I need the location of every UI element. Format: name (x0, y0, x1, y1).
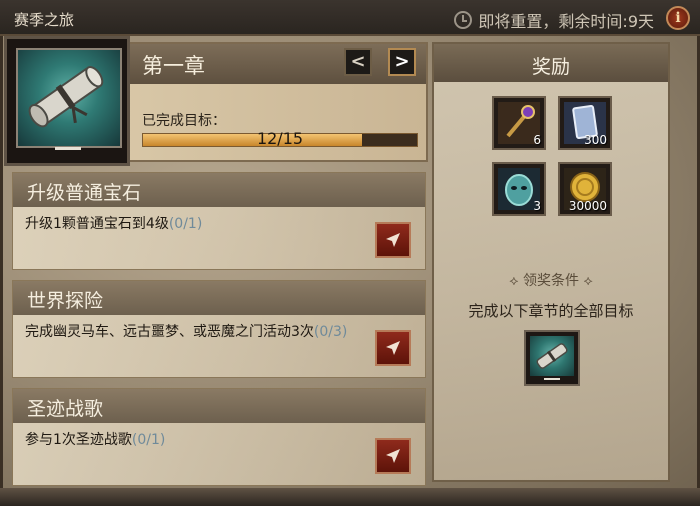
reward-count: 30000 (568, 199, 607, 213)
item-badge (55, 147, 81, 150)
reward-slot[interactable]: 30000 (558, 162, 612, 216)
scroll-icon (536, 343, 568, 369)
window-title: 赛季之旅 (14, 11, 75, 29)
info-icon[interactable]: i (666, 6, 690, 30)
task-card: 圣迹战歌 参与1次圣迹战歌(0/1) (12, 388, 426, 486)
reset-text: 即将重置，剩余时间:9天 (478, 12, 654, 31)
rewards-title: 奖励 (531, 56, 570, 78)
reward-count: 300 (584, 133, 607, 147)
task-title: 世界探险 (27, 290, 104, 312)
task-description: 参与1次圣迹战歌(0/1) (25, 430, 365, 450)
task-description: 完成幽灵马车、远古噩梦、或恶魔之门活动3次(0/3) (25, 322, 365, 342)
chapter-title: 第一章 (142, 54, 205, 78)
completed-goals-label: 已完成目标： (142, 113, 226, 129)
reward-slot[interactable]: 6 (492, 96, 546, 150)
arrow-pointer-icon (386, 341, 400, 355)
task-desc-text: 完成幽灵马车、远古噩梦、或恶魔之门活动3次 (25, 324, 314, 340)
task-desc-text: 参与1次圣迹战歌 (25, 432, 132, 448)
task-count: (0/1) (131, 432, 166, 448)
rewards-panel: 奖励 6 300 3 30000 ⟡ 领奖条件 ⟡ 完成以下章节的全部目标 (432, 42, 670, 482)
arrow-pointer-icon (386, 449, 400, 463)
reset-timer: 即将重置，剩余时间:9天 (454, 8, 654, 32)
item-badge (544, 378, 560, 380)
go-button[interactable] (375, 438, 411, 474)
task-description: 升级1颗普通宝石到4级(0/1) (25, 214, 365, 234)
reward-slot[interactable]: 3 (492, 162, 546, 216)
chapter-scroll-icon[interactable] (4, 36, 130, 166)
task-card: 升级普通宝石 升级1颗普通宝石到4级(0/1) (12, 172, 426, 270)
prev-chapter-button[interactable]: < (344, 48, 372, 76)
next-chapter-button[interactable]: > (388, 48, 416, 76)
clock-icon (454, 11, 473, 29)
reward-condition-text: 完成以下章节的全部目标 (468, 302, 634, 320)
go-button[interactable] (375, 222, 411, 258)
chapter-scroll-small-icon[interactable] (524, 330, 580, 386)
task-card: 世界探险 完成幽灵马车、远古噩梦、或恶魔之门活动3次(0/3) (12, 280, 426, 378)
scroll-icon (28, 66, 104, 128)
arrow-pointer-icon (386, 233, 400, 247)
reward-slot[interactable]: 300 (558, 96, 612, 150)
progress-text: 12/15 (256, 129, 304, 148)
task-title: 圣迹战歌 (27, 398, 104, 420)
reward-count: 6 (533, 133, 541, 147)
task-count: (0/3) (313, 324, 348, 340)
reward-condition-label: ⟡ 领奖条件 ⟡ (509, 273, 593, 289)
bottom-border (0, 488, 700, 506)
condition-label-text: 领奖条件 (523, 273, 579, 289)
task-count: (0/1) (168, 216, 203, 232)
title-bar: 赛季之旅 即将重置，剩余时间:9天 i (0, 0, 700, 36)
task-title: 升级普通宝石 (27, 182, 142, 204)
go-button[interactable] (375, 330, 411, 366)
reward-count: 3 (533, 199, 541, 213)
task-desc-text: 升级1颗普通宝石到4级 (25, 216, 169, 232)
